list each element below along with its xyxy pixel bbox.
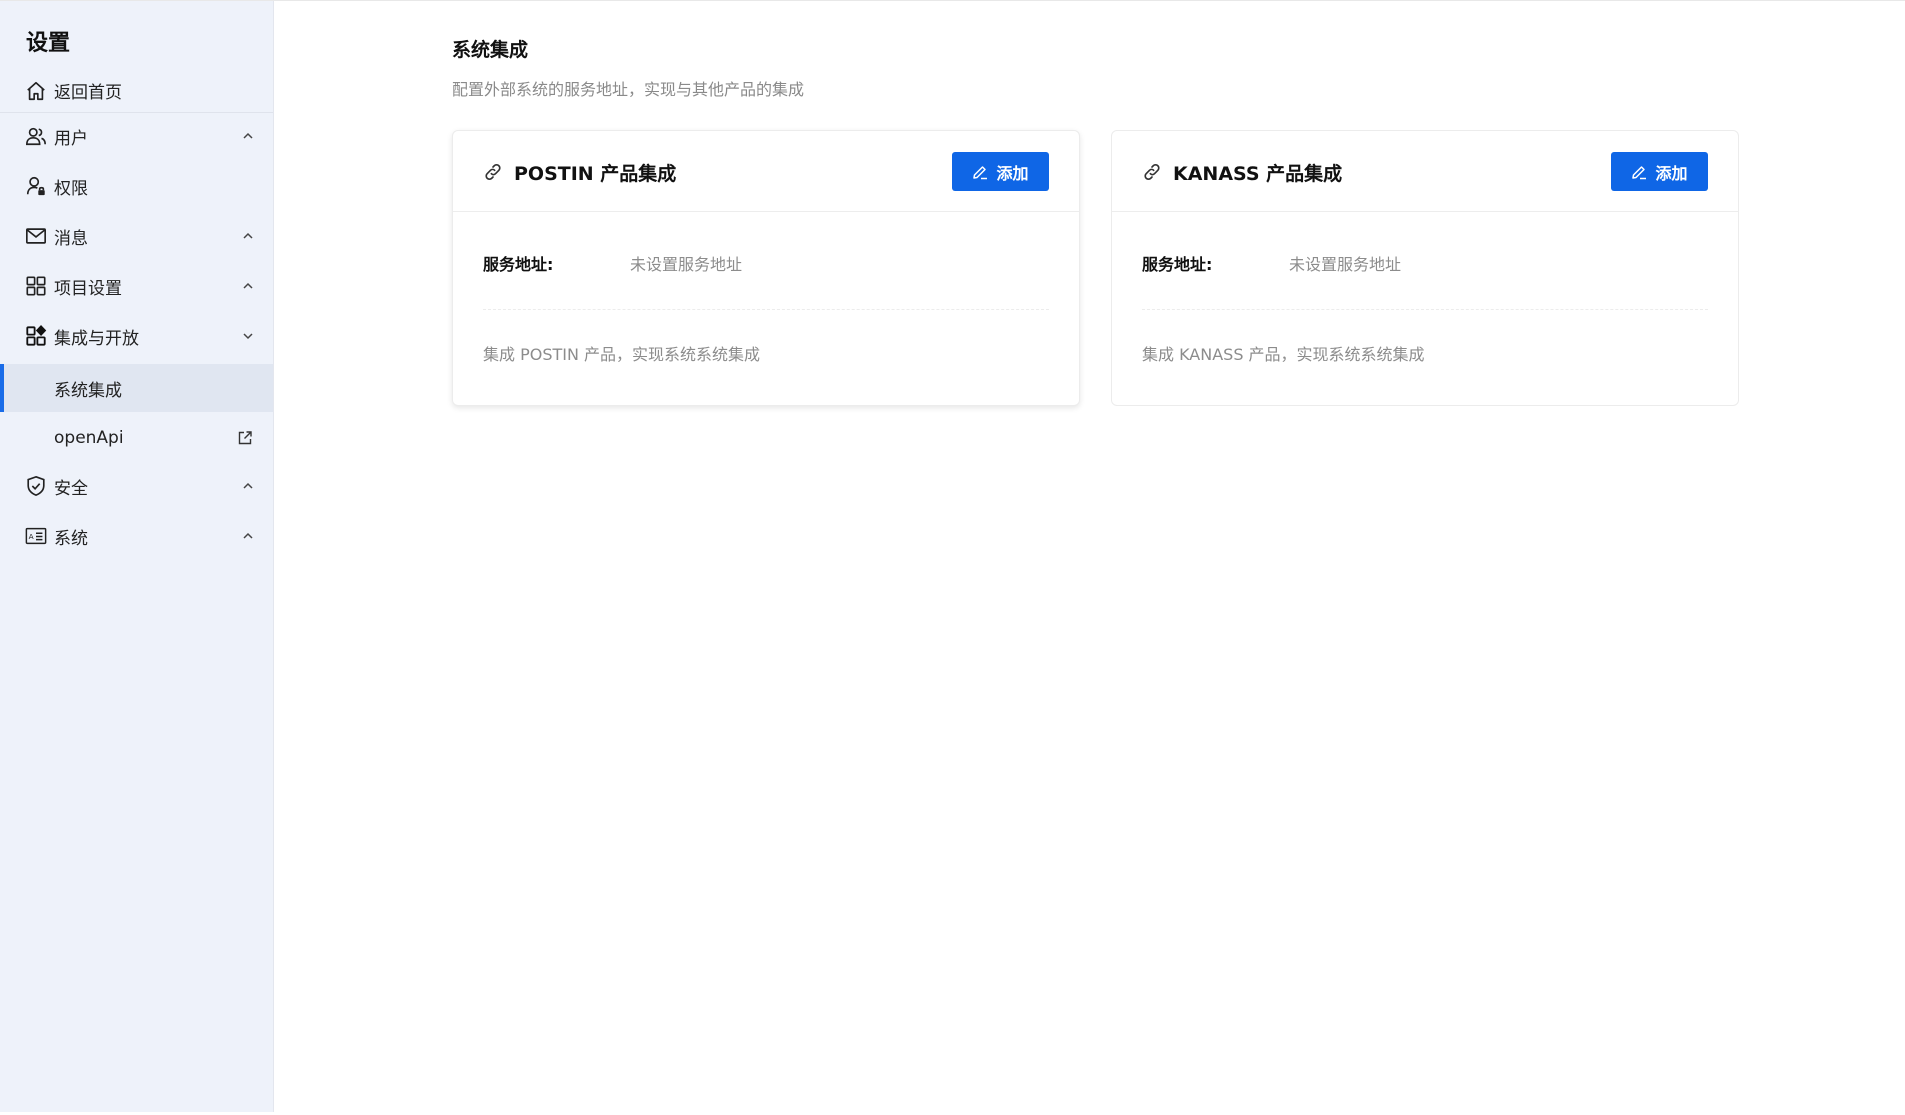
card-title: POSTIN 产品集成 — [514, 163, 677, 185]
sidebar-item-openapi[interactable]: openApi — [0, 414, 273, 462]
sidebar-item-project-settings[interactable]: 项目设置 — [0, 264, 273, 308]
main-content: 系统集成 配置外部系统的服务地址，实现与其他产品的集成 POSTIN 产品集成 … — [274, 1, 1905, 1112]
back-home-label: 返回首页 — [54, 83, 122, 103]
sidebar-item-label: 系统 — [54, 528, 88, 549]
apps-icon — [24, 324, 48, 348]
sidebar-item-system-integration[interactable]: 系统集成 — [0, 364, 273, 412]
card-description: 集成 KANASS 产品，实现系统系统集成 — [1142, 345, 1425, 364]
integration-card-kanass: KANASS 产品集成 添加 服务地址: 未设置服务地址 集成 KANASS 产… — [1111, 130, 1739, 406]
edit-icon — [1631, 164, 1647, 180]
sidebar: 设置 返回首页 用户 权限 消息 项目设置 集成与开放 系统集成 openApi… — [0, 1, 274, 1112]
sidebar-item-label: 项目设置 — [54, 278, 122, 299]
link-icon — [1142, 162, 1162, 182]
sidebar-item-security[interactable]: 安全 — [0, 464, 273, 508]
sidebar-item-messages[interactable]: 消息 — [0, 214, 273, 258]
field-value: 未设置服务地址 — [1289, 255, 1402, 274]
sidebar-item-users[interactable]: 用户 — [0, 114, 273, 158]
mail-icon — [24, 224, 48, 248]
integration-card-postin: POSTIN 产品集成 添加 服务地址: 未设置服务地址 集成 POSTIN 产… — [452, 130, 1080, 406]
divider — [483, 309, 1049, 310]
field-value: 未设置服务地址 — [630, 255, 743, 274]
svg-text:A: A — [29, 532, 34, 541]
field-label: 服务地址: — [483, 255, 554, 274]
chevron-up-icon — [241, 279, 255, 293]
service-address-row: 服务地址: 未设置服务地址 — [483, 251, 1049, 291]
chevron-up-icon — [241, 229, 255, 243]
chevron-up-icon — [241, 479, 255, 493]
card-title: KANASS 产品集成 — [1173, 163, 1343, 185]
shield-icon — [24, 474, 48, 498]
add-button[interactable]: 添加 — [1611, 152, 1708, 191]
user-lock-icon — [24, 174, 48, 198]
link-icon — [483, 162, 503, 182]
sidebar-item-label: 消息 — [54, 228, 88, 249]
sidebar-title: 设置 — [26, 31, 71, 56]
sidebar-item-label: 安全 — [54, 478, 88, 499]
sidebar-item-system[interactable]: A 系统 — [0, 514, 273, 558]
add-button[interactable]: 添加 — [952, 152, 1049, 191]
page-description: 配置外部系统的服务地址，实现与其他产品的集成 — [452, 80, 805, 99]
divider — [1142, 309, 1708, 310]
service-address-row: 服务地址: 未设置服务地址 — [1142, 251, 1708, 291]
page-title: 系统集成 — [452, 39, 529, 61]
app-window: 设置 返回首页 用户 权限 消息 项目设置 集成与开放 系统集成 openApi… — [0, 0, 1905, 1115]
chevron-up-icon — [241, 529, 255, 543]
sidebar-item-label: openApi — [54, 428, 124, 448]
sidebar-item-permissions[interactable]: 权限 — [0, 164, 273, 208]
users-icon — [24, 124, 48, 148]
card-header: KANASS 产品集成 添加 — [1112, 131, 1738, 212]
add-button-label: 添加 — [996, 163, 1029, 183]
external-link-icon — [237, 430, 253, 446]
sidebar-item-integration[interactable]: 集成与开放 — [0, 314, 273, 358]
sidebar-item-label: 系统集成 — [54, 380, 122, 401]
sidebar-item-label: 权限 — [54, 178, 88, 199]
card-description: 集成 POSTIN 产品，实现系统系统集成 — [483, 345, 761, 364]
back-home-link[interactable]: 返回首页 — [0, 69, 273, 113]
field-label: 服务地址: — [1142, 255, 1213, 274]
sidebar-item-label: 集成与开放 — [54, 328, 139, 349]
chevron-down-icon — [241, 329, 255, 343]
add-button-label: 添加 — [1655, 163, 1688, 183]
edit-icon — [972, 164, 988, 180]
chevron-up-icon — [241, 129, 255, 143]
sidebar-item-label: 用户 — [54, 128, 88, 149]
grid-icon — [24, 274, 48, 298]
id-card-icon: A — [24, 524, 48, 548]
home-icon — [24, 79, 48, 103]
card-header: POSTIN 产品集成 添加 — [453, 131, 1079, 212]
